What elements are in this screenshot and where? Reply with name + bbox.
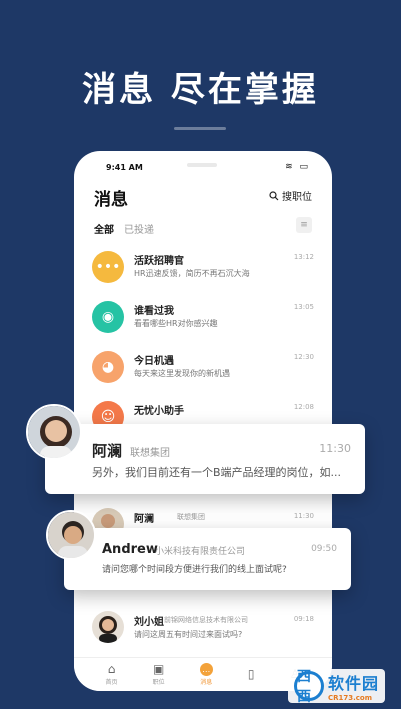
book-icon: ▯ (247, 666, 255, 681)
watermark-main: 软件园 (327, 674, 379, 693)
card-message: 另外，我们目前还有一个B端产品经理的岗位，如... (92, 466, 342, 479)
card-sender-name: 阿澜 (92, 442, 123, 460)
list-item-company: 联想集团 (177, 513, 205, 521)
list-item-name: 活跃招聘官 (134, 256, 184, 267)
watermark-logo: 西西 软件园 CR173.com (287, 669, 385, 705)
tab-home[interactable]: ⌂ 首页 (105, 662, 118, 687)
search-icon (269, 190, 279, 200)
card-time: 09:50 (311, 544, 337, 554)
wifi-icon: ≋ (285, 162, 295, 172)
list-item-time: 13:12 (293, 253, 314, 261)
tab-messages[interactable]: … 消息 (199, 663, 213, 686)
tab-jobs-label: 职位 (152, 679, 165, 686)
card-company: 联想集团 (130, 448, 170, 459)
message-card[interactable]: Andrew 小米科技有限责任公司 09:50 请问您哪个时间段方便进行我们的线… (64, 528, 351, 590)
watermark-sub: CR173.com (327, 694, 373, 702)
avatar (46, 510, 96, 560)
list-item-name: 阿澜 (134, 514, 154, 525)
watermark-circle: 西西 (293, 669, 324, 705)
list-item-time: 11:30 (293, 512, 314, 520)
status-bar: 9:41 AM ≋ ▭ (74, 161, 332, 175)
list-item[interactable]: ◕ 今日机遇 每天来这里发现你的新机遇 12:30 (92, 347, 314, 397)
card-message: 请问您哪个时间段方便进行我们的线上面试呢? (102, 565, 287, 575)
list-item-name: 刘小姐 (134, 617, 164, 628)
message-card[interactable]: 阿澜 联想集团 11:30 另外，我们目前还有一个B端产品经理的岗位，如... (45, 424, 365, 494)
list-item-text: 看看哪些HR对你感兴趣 (134, 319, 218, 328)
home-icon: ⌂ (107, 662, 116, 676)
list-item-time: 12:08 (293, 403, 314, 411)
tab-applied[interactable]: 已投递 (124, 221, 154, 236)
briefcase-icon: ▣ (153, 662, 165, 676)
list-item-time: 12:30 (293, 353, 314, 361)
page-title: 消息 (94, 190, 128, 210)
tab-messages-label: 消息 (200, 679, 213, 686)
tab-home-label: 首页 (105, 679, 118, 686)
search-jobs-label: 搜职位 (282, 192, 312, 203)
list-item-text: 每天来这里发现你的新机遇 (134, 369, 230, 378)
message-list: ••• 活跃招聘官 HR迅速反馈，简历不再石沉大海 13:12 ◉ 谁看过我 看… (92, 247, 314, 447)
list-item-text: HR迅速反馈，简历不再石沉大海 (134, 269, 250, 278)
list-item-name: 今日机遇 (134, 356, 174, 367)
status-icons: ≋ ▭ (285, 162, 310, 172)
battery-icon: ▭ (299, 162, 310, 172)
tab-book[interactable]: ▯ (247, 666, 255, 682)
headline: 消息 尽在掌握 (82, 70, 319, 110)
avatar (26, 404, 82, 460)
tab-jobs[interactable]: ▣ 职位 (152, 662, 165, 687)
list-item-text: 请问这周五有时间过来面试吗? (134, 630, 243, 639)
eye-icon: ◉ (92, 301, 124, 333)
message-icon: … (199, 663, 213, 676)
list-item-time: 13:05 (293, 303, 314, 311)
list-item-time: 09:18 (293, 615, 314, 623)
phone-frame: 9:41 AM ≋ ▭ 消息 搜职位 全部 已投递 ≡ ••• 活跃招聘官 HR… (74, 151, 332, 691)
card-time: 11:30 (319, 442, 351, 455)
pig-icon: ◕ (92, 351, 124, 383)
list-item-name: 谁看过我 (134, 306, 174, 317)
card-sender-name: Andrew (102, 542, 158, 557)
list-item-company: 前锦网络信息技术有限公司 (164, 616, 248, 624)
message-tabs: 全部 已投递 (94, 221, 154, 236)
list-item[interactable]: 刘小姐 前锦网络信息技术有限公司 请问这周五有时间过来面试吗? 09:18 (92, 611, 314, 651)
list-item[interactable]: ••• 活跃招聘官 HR迅速反馈，简历不再石沉大海 13:12 (92, 247, 314, 297)
filter-icon[interactable]: ≡ (296, 217, 312, 233)
tab-all[interactable]: 全部 (94, 221, 114, 236)
chat-bubble-icon: ••• (92, 251, 124, 283)
headline-divider (174, 127, 226, 130)
avatar (92, 611, 124, 643)
status-time: 9:41 AM (106, 163, 143, 172)
search-jobs-button[interactable]: 搜职位 (269, 188, 312, 203)
card-company: 小米科技有限责任公司 (155, 547, 246, 557)
list-item[interactable]: ◉ 谁看过我 看看哪些HR对你感兴趣 13:05 (92, 297, 314, 347)
list-item-name: 无忧小助手 (134, 406, 184, 417)
